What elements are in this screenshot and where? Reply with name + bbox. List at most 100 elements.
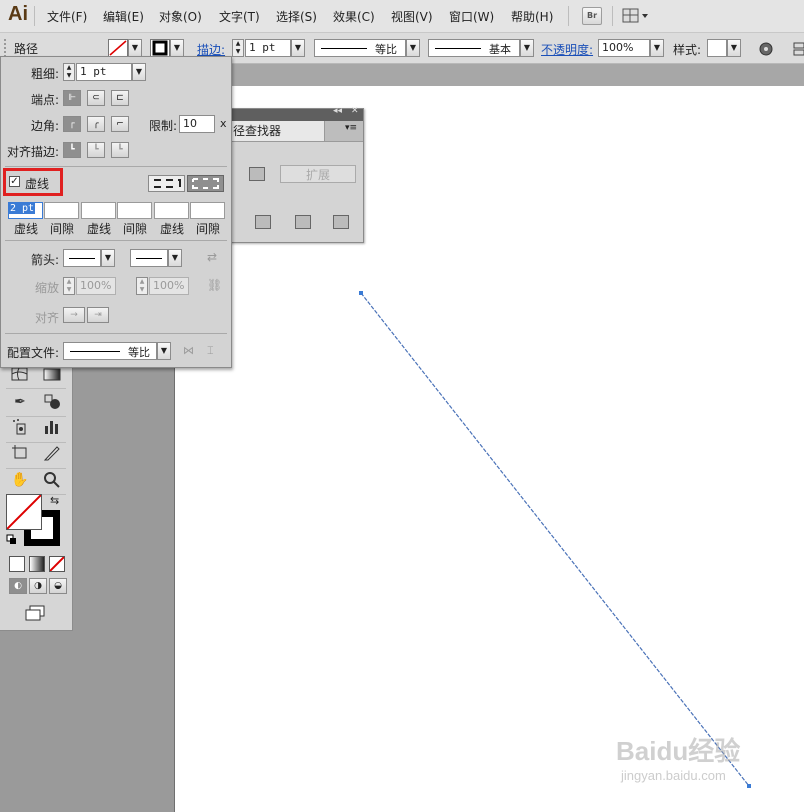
gap-2-input[interactable] [117, 202, 152, 219]
dashed-path[interactable] [360, 292, 750, 787]
merge-icon[interactable] [295, 215, 311, 229]
align-button[interactable] [792, 41, 804, 57]
stroke-weight-input[interactable]: 1 pt [245, 39, 291, 57]
menu-type[interactable]: 文字(T) [219, 8, 260, 25]
panel-menu-icon[interactable]: ▾≡ [345, 123, 357, 133]
flip-across-icon[interactable]: ⌶ [207, 344, 214, 358]
arrow-extend-button[interactable]: → [63, 307, 85, 323]
align-dash-corners-button[interactable] [187, 175, 224, 192]
anchor-point-start[interactable] [359, 291, 363, 295]
preserve-dash-button[interactable] [148, 175, 185, 192]
dash-3-input[interactable] [154, 202, 189, 219]
align-center-button[interactable]: ┗ [63, 142, 81, 158]
profile-select[interactable]: 等比 [63, 342, 157, 360]
menu-view[interactable]: 视图(V) [391, 8, 433, 25]
menu-effect[interactable]: 效果(C) [333, 8, 375, 25]
end-arrowhead-dropdown[interactable]: ▼ [168, 249, 182, 267]
scale-end-stepper[interactable]: ▲ ▼ [136, 277, 148, 295]
tab-pathfinder[interactable]: 径查找器 [229, 121, 325, 141]
opacity-dropdown[interactable]: ▼ [650, 39, 664, 57]
end-arrowhead-select[interactable] [130, 249, 168, 267]
menu-help[interactable]: 帮助(H) [511, 8, 553, 25]
draw-inside-button[interactable]: ◒ [49, 578, 67, 594]
slice-tool[interactable] [40, 444, 64, 464]
stroke-weight-dropdown[interactable]: ▼ [291, 39, 305, 57]
panel-header-bar[interactable]: ◂◂ ✕ [215, 106, 363, 121]
menu-edit[interactable]: 编辑(E) [103, 8, 144, 25]
align-outside-button[interactable]: ┗ [111, 142, 129, 158]
gradient-tool[interactable] [40, 366, 64, 386]
variable-width-profile[interactable]: 等比 [314, 39, 406, 57]
align-inside-button[interactable]: ┗ [87, 142, 105, 158]
artboard-tool[interactable] [8, 444, 32, 464]
fill-color-box[interactable] [6, 494, 42, 530]
stroke-dropdown-arrow[interactable]: ▼ [170, 39, 184, 57]
bridge-button[interactable]: Br [582, 7, 602, 25]
graph-tool[interactable] [40, 418, 64, 438]
minus-front-icon[interactable] [249, 167, 265, 181]
link-scale-icon[interactable]: ⛓ [207, 278, 222, 292]
grip-handle[interactable] [4, 39, 10, 57]
miter-join-button[interactable]: ┌ [63, 116, 81, 132]
bevel-join-button[interactable]: ⌐ [111, 116, 129, 132]
butt-cap-button[interactable]: ⊩ [63, 90, 81, 106]
round-join-button[interactable]: ╭ [87, 116, 105, 132]
expand-button[interactable]: 扩展 [280, 165, 356, 183]
menu-select[interactable]: 选择(S) [276, 8, 317, 25]
stroke-swatch[interactable] [150, 39, 170, 57]
eyedropper-tool[interactable]: ✒ [8, 392, 32, 412]
opacity-panel-link[interactable]: 不透明度: [541, 41, 593, 58]
scale-end-input[interactable]: 100% [149, 277, 189, 295]
screen-mode-button[interactable] [24, 604, 46, 622]
draw-behind-button[interactable]: ◑ [29, 578, 47, 594]
weight-input[interactable]: 1 pt [76, 63, 132, 81]
recolor-artwork-button[interactable] [758, 41, 774, 57]
stroke-weight-stepper[interactable]: ▲ ▼ [232, 39, 244, 57]
round-cap-button[interactable]: ⊂ [87, 90, 105, 106]
limit-input[interactable]: 10 [179, 115, 215, 133]
color-mode-button[interactable] [9, 556, 25, 572]
brush-dropdown[interactable]: ▼ [520, 39, 534, 57]
menu-window[interactable]: 窗口(W) [449, 8, 494, 25]
none-mode-button[interactable] [49, 556, 65, 572]
draw-normal-button[interactable]: ◐ [9, 578, 27, 594]
menu-object[interactable]: 对象(O) [159, 8, 202, 25]
opacity-input[interactable]: 100% [598, 39, 650, 57]
weight-dropdown[interactable]: ▼ [132, 63, 146, 81]
mesh-tool[interactable] [8, 366, 32, 386]
anchor-point-end[interactable] [747, 784, 751, 788]
arrange-documents-button[interactable] [622, 8, 650, 24]
scale-start-input[interactable]: 100% [76, 277, 116, 295]
trim-icon[interactable] [255, 215, 271, 229]
projecting-cap-button[interactable]: ⊏ [111, 90, 129, 106]
scale-start-stepper[interactable]: ▲ ▼ [63, 277, 75, 295]
gap-3-input[interactable] [190, 202, 225, 219]
graphic-style-swatch[interactable] [707, 39, 727, 57]
swap-fill-stroke-icon[interactable]: ⇆ [50, 494, 59, 507]
default-fill-stroke-icon[interactable] [6, 534, 18, 546]
gap-1-input[interactable] [44, 202, 79, 219]
start-arrowhead-dropdown[interactable]: ▼ [101, 249, 115, 267]
weight-stepper[interactable]: ▲ ▼ [63, 63, 75, 81]
dash-1-input[interactable]: 2 pt [8, 202, 43, 219]
menu-file[interactable]: 文件(F) [47, 8, 87, 25]
dashed-line-checkbox[interactable]: ✓ [9, 176, 20, 187]
blend-tool[interactable] [40, 392, 64, 412]
swap-arrowheads-icon[interactable]: ⇄ [207, 250, 217, 264]
symbol-sprayer-tool[interactable] [8, 418, 32, 438]
zoom-tool[interactable] [40, 470, 64, 490]
fill-dropdown-arrow[interactable]: ▼ [128, 39, 142, 57]
arrow-place-button[interactable]: ⇥ [87, 307, 109, 323]
profile-dropdown[interactable]: ▼ [157, 342, 171, 360]
brush-definition[interactable]: 基本 [428, 39, 520, 57]
close-icon[interactable]: ✕ [351, 106, 359, 116]
style-dropdown[interactable]: ▼ [727, 39, 741, 57]
fill-swatch[interactable] [108, 39, 128, 57]
start-arrowhead-select[interactable] [63, 249, 101, 267]
crop-icon[interactable] [333, 215, 349, 229]
flip-along-icon[interactable]: ⋈ [183, 344, 194, 357]
dash-2-input[interactable] [81, 202, 116, 219]
collapse-icon[interactable]: ◂◂ [333, 106, 342, 116]
gradient-mode-button[interactable] [29, 556, 45, 572]
profile-dropdown[interactable]: ▼ [406, 39, 420, 57]
